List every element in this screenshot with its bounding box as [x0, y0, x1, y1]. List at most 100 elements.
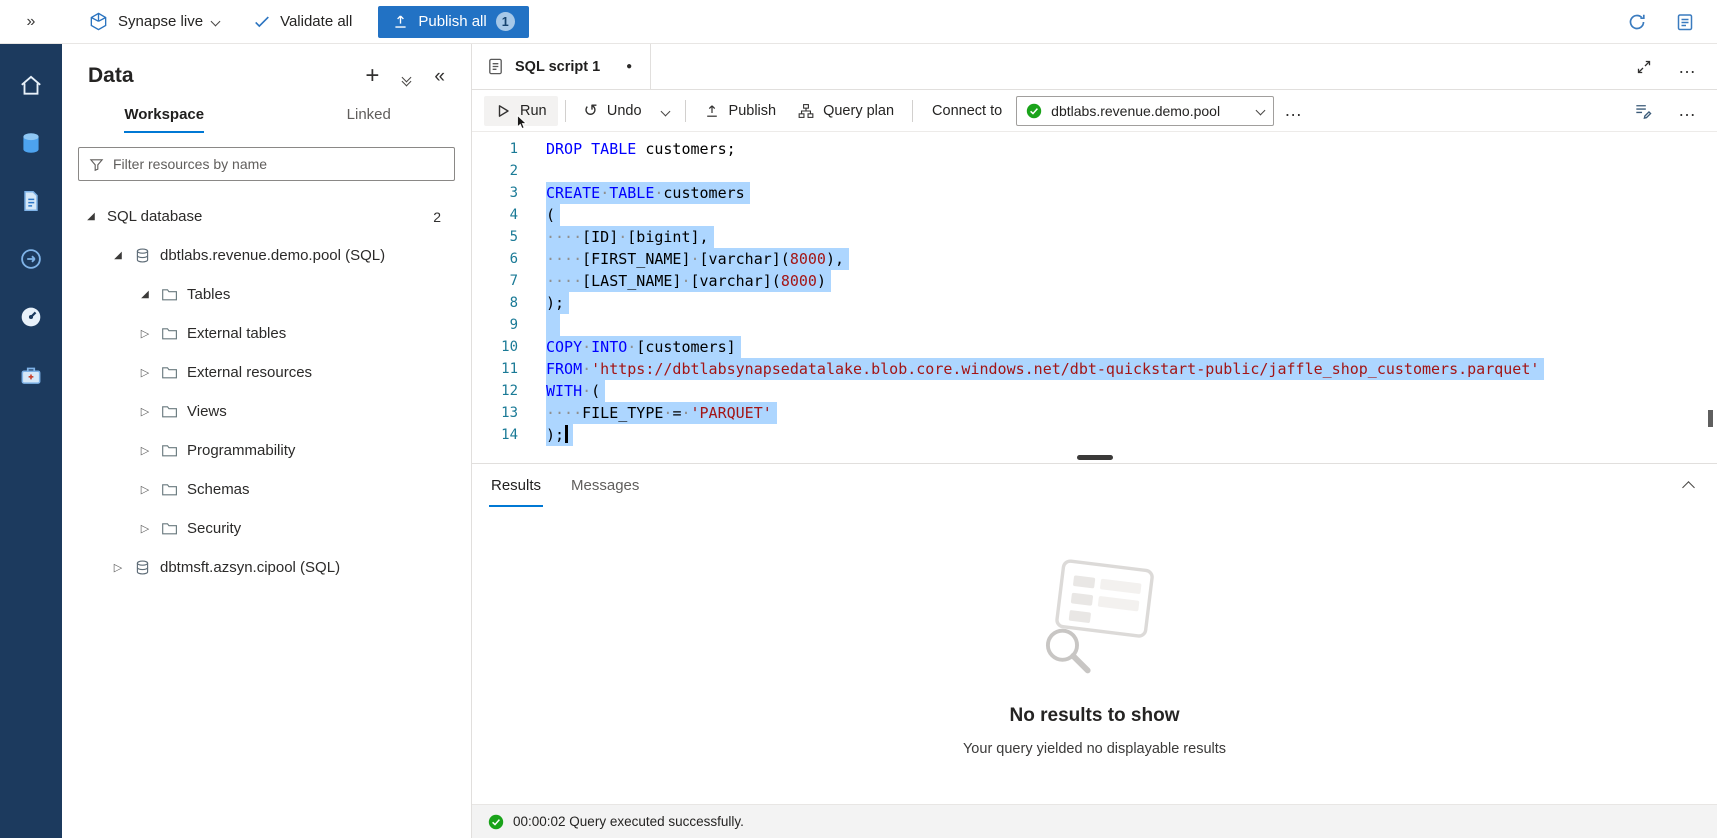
code-token: COPY — [546, 338, 582, 356]
home-icon — [18, 72, 44, 98]
unsaved-changes-dot: ● — [626, 61, 632, 72]
collapse-all-button[interactable] — [403, 68, 410, 85]
tree-item[interactable]: ◢dbtlabs.revenue.demo.pool (SQL) — [62, 236, 471, 275]
add-resource-button[interactable]: + — [365, 64, 379, 88]
more-icon: … — [1678, 100, 1697, 120]
collapsed-twisty-icon[interactable]: ▷ — [136, 483, 154, 496]
expanded-twisty-icon[interactable]: ◢ — [136, 289, 154, 300]
folder-icon — [161, 481, 178, 498]
properties-pencil-icon — [1633, 101, 1652, 120]
line-number: 10 — [472, 336, 518, 358]
sql-script-icon — [486, 57, 505, 76]
toolbar-more-button[interactable]: … — [1678, 101, 1697, 120]
collapsed-twisty-icon[interactable]: ▷ — [136, 405, 154, 418]
code-line[interactable]: 14); — [472, 424, 1717, 446]
rail-item-data[interactable] — [0, 114, 62, 172]
notifications-button[interactable] — [1675, 12, 1695, 32]
filter-resources-input[interactable] — [113, 156, 444, 172]
tree-item[interactable]: ▷Programmability — [62, 431, 471, 470]
publish-all-label: Publish all — [418, 13, 486, 30]
expand-rail-button[interactable]: » — [0, 13, 62, 31]
rail-item-monitor[interactable] — [0, 288, 62, 346]
code-line[interactable]: 10COPY·INTO·[customers] — [472, 336, 1717, 358]
tabstrip-more-button[interactable]: … — [1678, 58, 1697, 76]
code-token: ); — [546, 294, 564, 312]
rail-item-home[interactable] — [0, 56, 62, 114]
code-line[interactable]: 9 — [472, 314, 1717, 336]
chevron-up-icon — [1682, 481, 1695, 494]
code-line-content: ····[LAST_NAME]·[varchar](8000) — [546, 270, 826, 292]
resize-handle[interactable] — [1077, 455, 1113, 460]
collapse-panel-button[interactable]: « — [434, 67, 445, 86]
code-token: DROP — [546, 140, 582, 158]
panel-resize-sash[interactable] — [472, 454, 1717, 464]
refresh-button[interactable] — [1627, 12, 1647, 32]
tab-workspace-label: Workspace — [124, 106, 204, 133]
publish-all-button[interactable]: Publish all 1 — [378, 6, 528, 38]
code-line-content: ); — [546, 292, 564, 314]
code-line[interactable]: 12WITH·( — [472, 380, 1717, 402]
code-token: customers — [663, 184, 744, 202]
empty-results-title: No results to show — [1010, 705, 1180, 727]
collapsed-twisty-icon[interactable]: ▷ — [136, 444, 154, 457]
tree-item[interactable]: ▷External tables — [62, 314, 471, 353]
collapse-results-button[interactable] — [1684, 479, 1693, 495]
undo-button[interactable]: ↺ Undo — [573, 95, 653, 126]
tab-messages[interactable]: Messages — [556, 464, 654, 508]
tree-item[interactable]: ◢SQL database2 — [62, 197, 471, 236]
expand-editor-button[interactable] — [1636, 59, 1652, 75]
code-token: 8000 — [781, 272, 817, 290]
chevron-down-icon — [211, 17, 221, 27]
code-line[interactable]: 13····FILE_TYPE·=·'PARQUET' — [472, 402, 1717, 424]
collapsed-twisty-icon[interactable]: ▷ — [109, 561, 127, 574]
code-line[interactable]: 8); — [472, 292, 1717, 314]
run-button[interactable]: Run — [484, 96, 558, 126]
code-token: INTO — [591, 338, 627, 356]
line-number: 8 — [472, 292, 518, 314]
sql-editor[interactable]: 1DROP TABLE customers;23CREATE·TABLE·cus… — [472, 132, 1717, 454]
environment-label: Synapse live — [118, 13, 203, 30]
tree-item[interactable]: ▷ Schemas — [62, 470, 471, 509]
synapse-studio-app: » Synapse live Validate all Publish all … — [0, 0, 1717, 838]
tree-item-label: Schemas — [187, 481, 250, 498]
query-plan-button[interactable]: Query plan — [787, 96, 905, 126]
code-line[interactable]: 4( — [472, 204, 1717, 226]
code-token: · — [582, 360, 591, 378]
tab-results[interactable]: Results — [476, 464, 556, 508]
rail-item-integrate[interactable] — [0, 230, 62, 288]
code-line[interactable]: 6····[FIRST_NAME]·[varchar](8000), — [472, 248, 1717, 270]
code-line[interactable]: 1DROP TABLE customers; — [472, 138, 1717, 160]
tab-workspace[interactable]: Workspace — [62, 96, 267, 133]
publish-up-arrow-icon — [704, 103, 720, 119]
code-token: · — [681, 272, 690, 290]
collapsed-twisty-icon[interactable]: ▷ — [136, 327, 154, 340]
environment-selector[interactable]: Synapse live — [80, 6, 227, 37]
rail-item-develop[interactable] — [0, 172, 62, 230]
collapsed-twisty-icon[interactable]: ▷ — [136, 522, 154, 535]
pool-selector[interactable]: dbtlabs.revenue.demo.pool — [1016, 96, 1274, 126]
tree-item[interactable]: ◢Tables — [62, 275, 471, 314]
tree-item[interactable]: ▷External resources — [62, 353, 471, 392]
validate-all-button[interactable]: Validate all — [243, 7, 362, 37]
expanded-twisty-icon[interactable]: ◢ — [109, 250, 127, 261]
expanded-twisty-icon[interactable]: ◢ — [82, 211, 100, 222]
code-line[interactable]: 3CREATE·TABLE·customers — [472, 182, 1717, 204]
tree-item[interactable]: ▷dbtmsft.azsyn.cipool (SQL) — [62, 548, 471, 587]
rail-item-manage[interactable] — [0, 346, 62, 404]
tree-item[interactable]: ▷Views — [62, 392, 471, 431]
scrollbar-thumb[interactable] — [1708, 410, 1713, 427]
undo-dropdown-button[interactable] — [653, 96, 678, 126]
tree-item[interactable]: ▷Security — [62, 509, 471, 548]
code-line[interactable]: 2 — [472, 160, 1717, 182]
publish-button[interactable]: Publish — [693, 96, 788, 126]
publish-label: Publish — [729, 103, 777, 119]
more-icon: … — [1678, 57, 1697, 77]
code-line[interactable]: 5····[ID]·[bigint], — [472, 226, 1717, 248]
code-line[interactable]: 11FROM·'https://dbtlabsynapsedatalake.bl… — [472, 358, 1717, 380]
collapsed-twisty-icon[interactable]: ▷ — [136, 366, 154, 379]
code-line[interactable]: 7····[LAST_NAME]·[varchar](8000) — [472, 270, 1717, 292]
tab-sql-script[interactable]: SQL script 1 ● — [472, 44, 651, 89]
script-properties-button[interactable] — [1633, 101, 1652, 120]
toolbar-overflow-button[interactable]: … — [1284, 101, 1303, 120]
tab-linked[interactable]: Linked — [267, 96, 472, 133]
